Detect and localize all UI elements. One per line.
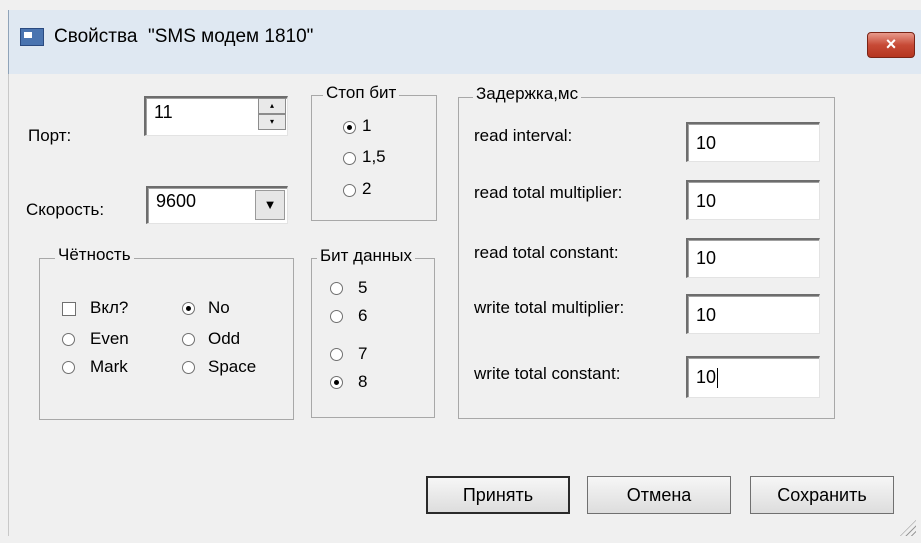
spin-down-icon[interactable]: ▾: [258, 114, 286, 130]
app-window-icon: [20, 28, 44, 46]
parity-option-odd: Odd: [208, 329, 241, 348]
parity-option-no: No: [208, 298, 230, 317]
data-bits-radio-7[interactable]: [330, 348, 343, 361]
read-total-multiplier-value: 10: [696, 191, 717, 211]
speed-label: Скорость:: [26, 200, 105, 219]
close-icon: ×: [885, 34, 897, 54]
parity-option-space: Space: [208, 357, 257, 376]
chevron-down-icon[interactable]: ▼: [255, 190, 285, 220]
read-total-multiplier-input[interactable]: 10: [686, 180, 820, 220]
spin-up-icon[interactable]: ▴: [258, 98, 286, 114]
speed-select[interactable]: 9600 ▼: [146, 186, 288, 224]
write-total-constant-label: write total constant:: [474, 364, 621, 383]
stop-bits-title: Стоп бит: [323, 83, 400, 103]
write-total-multiplier-value: 10: [696, 305, 717, 325]
close-button[interactable]: ×: [867, 32, 915, 58]
data-bits-option-6: 6: [358, 306, 368, 325]
accept-button[interactable]: Принять: [426, 476, 570, 514]
port-label: Порт:: [28, 126, 72, 145]
properties-dialog: Свойства "SMS модем 1810" × Порт: 11 ▴ ▾…: [0, 0, 921, 543]
window-title: Свойства "SMS модем 1810": [54, 26, 314, 47]
data-bits-title: Бит данных: [317, 246, 416, 266]
stop-bits-radio-2[interactable]: [343, 184, 356, 197]
read-total-multiplier-label: read total multiplier:: [474, 183, 623, 202]
stop-bits-option-1: 1: [362, 116, 372, 135]
data-bits-radio-6[interactable]: [330, 310, 343, 323]
parity-enable-label: Вкл?: [90, 298, 129, 317]
parity-radio-no[interactable]: [182, 302, 195, 315]
parity-radio-mark[interactable]: [62, 361, 75, 374]
read-total-constant-input[interactable]: 10: [686, 238, 820, 278]
data-bits-radio-8[interactable]: [330, 376, 343, 389]
parity-enable-checkbox[interactable]: [62, 302, 76, 316]
parity-radio-space[interactable]: [182, 361, 195, 374]
port-value: 11: [154, 102, 173, 122]
data-bits-group: [311, 258, 435, 418]
data-bits-option-5: 5: [358, 278, 368, 297]
write-total-constant-text: 10: [696, 367, 719, 389]
stop-bits-radio-1-5[interactable]: [343, 152, 356, 165]
text-caret: [717, 368, 719, 389]
write-total-multiplier-input[interactable]: 10: [686, 294, 820, 334]
parity-title: Чётность: [55, 245, 134, 265]
write-total-constant-input[interactable]: 10: [686, 356, 820, 398]
parity-option-even: Even: [90, 329, 129, 348]
parity-option-mark: Mark: [90, 357, 128, 376]
port-spinner[interactable]: ▴ ▾: [258, 98, 286, 132]
stop-bits-option-1-5: 1,5: [362, 147, 386, 166]
data-bits-option-7: 7: [358, 344, 368, 363]
data-bits-option-8: 8: [358, 372, 368, 391]
data-bits-radio-5[interactable]: [330, 282, 343, 295]
delay-title: Задержка,мс: [473, 84, 582, 104]
speed-value: 9600: [156, 191, 197, 211]
write-total-multiplier-label: write total multiplier:: [474, 298, 625, 317]
cancel-button[interactable]: Отмена: [587, 476, 731, 514]
read-interval-input[interactable]: 10: [686, 122, 820, 162]
parity-radio-odd[interactable]: [182, 333, 195, 346]
stop-bits-radio-1[interactable]: [343, 121, 356, 134]
stop-bits-option-2: 2: [362, 179, 372, 198]
save-button[interactable]: Сохранить: [750, 476, 894, 514]
read-total-constant-value: 10: [696, 248, 717, 268]
parity-group: [39, 258, 294, 420]
parity-radio-even[interactable]: [62, 333, 75, 346]
read-interval-label: read interval:: [474, 126, 573, 145]
read-total-constant-label: read total constant:: [474, 243, 619, 262]
write-total-constant-value: 10: [696, 367, 717, 387]
read-interval-value: 10: [696, 133, 717, 153]
